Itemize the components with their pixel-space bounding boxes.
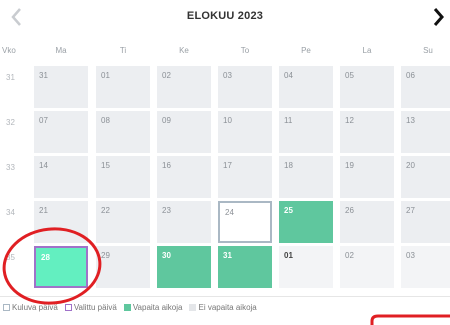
day-number: 08 bbox=[101, 116, 110, 125]
day-number: 21 bbox=[39, 206, 48, 215]
calendar-day[interactable]: 19 bbox=[340, 156, 394, 198]
calendar-day-next-month[interactable]: 03 bbox=[401, 246, 450, 288]
day-number: 01 bbox=[101, 71, 110, 80]
day-number: 22 bbox=[101, 206, 110, 215]
calendar-day[interactable]: 04 bbox=[279, 66, 333, 108]
calendar-day[interactable]: 05 bbox=[340, 66, 394, 108]
day-number: 01 bbox=[284, 251, 293, 260]
day-number: 16 bbox=[162, 161, 171, 170]
week-number: 32 bbox=[6, 118, 15, 127]
weekday-label: Ke bbox=[179, 46, 189, 55]
day-number: 07 bbox=[39, 116, 48, 125]
weekday-label: Ma bbox=[55, 46, 67, 55]
calendar-day[interactable]: 26 bbox=[340, 201, 394, 243]
day-number: 05 bbox=[345, 71, 354, 80]
day-number: 12 bbox=[345, 116, 354, 125]
day-number: 11 bbox=[284, 116, 293, 125]
day-number: 26 bbox=[345, 206, 354, 215]
day-number: 02 bbox=[345, 251, 354, 260]
day-number: 19 bbox=[345, 161, 354, 170]
calendar-day[interactable]: 31 bbox=[34, 66, 88, 108]
week-number: 34 bbox=[6, 208, 15, 217]
week-number: 31 bbox=[6, 73, 15, 82]
legend-free-label: Vapaita aikoja bbox=[132, 303, 183, 312]
weekday-header: To bbox=[218, 40, 272, 58]
calendar-day[interactable]: 17 bbox=[218, 156, 272, 198]
calendar-day[interactable]: 16 bbox=[157, 156, 211, 198]
weekday-label: Ti bbox=[119, 46, 127, 55]
day-number: 03 bbox=[406, 251, 415, 260]
legend-free: Vapaita aikoja bbox=[123, 303, 183, 312]
day-number: 09 bbox=[162, 116, 171, 125]
calendar-day[interactable]: 11 bbox=[279, 111, 333, 153]
day-number: 31 bbox=[223, 251, 232, 260]
calendar-day[interactable]: 02 bbox=[157, 66, 211, 108]
day-number: 20 bbox=[406, 161, 415, 170]
calendar-day[interactable]: 15 bbox=[96, 156, 150, 198]
day-number: 06 bbox=[406, 71, 415, 80]
weekday-label: Pe bbox=[301, 46, 311, 55]
day-number: 27 bbox=[406, 206, 415, 215]
day-number: 10 bbox=[223, 116, 232, 125]
weekday-label: To bbox=[240, 46, 250, 55]
weekday-header: Ma bbox=[34, 40, 88, 58]
weekday-label: La bbox=[362, 46, 372, 55]
calendar-day[interactable]: 09 bbox=[157, 111, 211, 153]
calendar-day-next-month[interactable]: 01 bbox=[279, 246, 333, 288]
weekday-header: Ti bbox=[96, 40, 150, 58]
day-number: 17 bbox=[223, 161, 232, 170]
week-number-header-label: Vko bbox=[2, 46, 16, 55]
calendar-day[interactable]: 18 bbox=[279, 156, 333, 198]
calendar-day[interactable]: 13 bbox=[401, 111, 450, 153]
week-number: 33 bbox=[6, 163, 15, 172]
day-number: 13 bbox=[406, 116, 415, 125]
calendar-day[interactable]: 12 bbox=[340, 111, 394, 153]
day-number: 04 bbox=[284, 71, 293, 80]
day-number: 03 bbox=[223, 71, 232, 80]
legend-none-swatch bbox=[189, 304, 197, 311]
calendar-day-available[interactable]: 25 bbox=[279, 201, 333, 243]
legend-none: Ei vapaita aikoja bbox=[189, 303, 257, 312]
day-number: 23 bbox=[162, 206, 171, 215]
calendar-day-available[interactable]: 30 bbox=[157, 246, 211, 288]
day-number: 30 bbox=[162, 251, 171, 260]
day-number: 24 bbox=[225, 208, 234, 217]
annotation-box bbox=[370, 314, 450, 325]
calendar-day[interactable]: 23 bbox=[157, 201, 211, 243]
month-title: ELOKUU 2023 bbox=[186, 10, 264, 22]
legend-none-label: Ei vapaita aikoja bbox=[198, 303, 257, 312]
day-number: 02 bbox=[162, 71, 171, 80]
day-number: 18 bbox=[284, 161, 293, 170]
calendar-day[interactable]: 06 bbox=[401, 66, 450, 108]
calendar-day-today[interactable]: 24 bbox=[218, 201, 272, 243]
calendar-day-available[interactable]: 31 bbox=[218, 246, 272, 288]
weekday-header: Ke bbox=[157, 40, 211, 58]
weekday-header: Su bbox=[401, 40, 450, 58]
calendar-day[interactable]: 20 bbox=[401, 156, 450, 198]
calendar-header: ELOKUU 2023 bbox=[0, 0, 450, 34]
next-month-icon[interactable] bbox=[430, 6, 448, 28]
calendar-day-next-month[interactable]: 02 bbox=[340, 246, 394, 288]
day-number: 25 bbox=[284, 206, 293, 215]
legend-free-swatch bbox=[123, 304, 131, 311]
day-number: 31 bbox=[39, 71, 48, 80]
week-number-header: Vko bbox=[0, 40, 30, 58]
calendar-day[interactable]: 14 bbox=[34, 156, 88, 198]
calendar-day[interactable]: 03 bbox=[218, 66, 272, 108]
calendar-day[interactable]: 27 bbox=[401, 201, 450, 243]
calendar-day[interactable]: 08 bbox=[96, 111, 150, 153]
annotation-circle bbox=[2, 227, 102, 305]
weekday-header: Pe bbox=[279, 40, 333, 58]
day-number: 15 bbox=[101, 161, 110, 170]
day-number: 14 bbox=[39, 161, 48, 170]
weekday-header: La bbox=[340, 40, 394, 58]
calendar-day[interactable]: 07 bbox=[34, 111, 88, 153]
weekday-label: Su bbox=[423, 46, 433, 55]
calendar-day[interactable]: 01 bbox=[96, 66, 150, 108]
calendar-day[interactable]: 10 bbox=[218, 111, 272, 153]
